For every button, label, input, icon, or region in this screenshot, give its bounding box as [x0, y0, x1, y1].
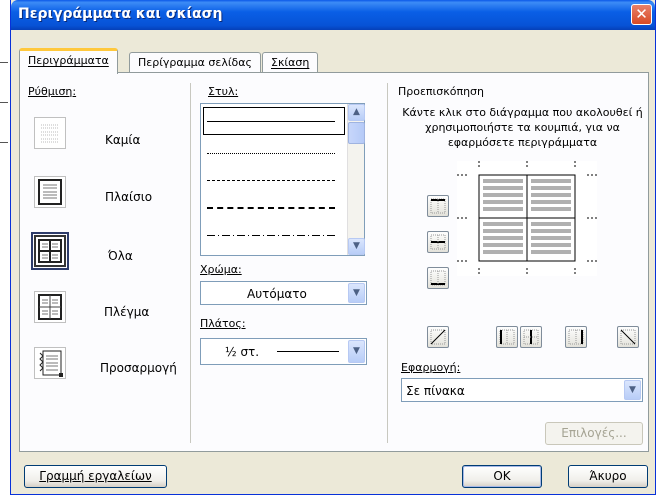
toolbar-button[interactable]: Γραμμή εργαλείων [24, 465, 167, 488]
width-heading: Πλάτος: [200, 317, 246, 330]
style-listbox[interactable]: ▲ ▼ [200, 103, 365, 256]
setting-none-label[interactable]: Καμία [105, 133, 140, 147]
width-value: ½ στ. [225, 345, 260, 359]
scroll-down-icon[interactable]: ▼ [348, 238, 365, 255]
background-ticks [0, 40, 10, 160]
ok-button[interactable]: OK [462, 465, 542, 488]
style-option-dashed[interactable] [207, 207, 335, 209]
inside-vertical-border-button[interactable] [520, 326, 542, 348]
style-option-dash-dot[interactable] [207, 235, 335, 236]
close-button[interactable]: ✕ [631, 4, 652, 25]
style-scrollbar[interactable]: ▲ ▼ [347, 104, 365, 255]
close-icon: ✕ [635, 5, 648, 23]
cancel-button[interactable]: Άκυρο [568, 465, 648, 488]
divider [387, 83, 388, 443]
borders-panel: Ρύθμιση: Καμία Πλαίσιο Όλα Πλέγμα Προσαρ… [19, 72, 649, 452]
apply-to-value: Σε πίνακα [406, 384, 465, 398]
setting-custom-label[interactable]: Προσαρμογή [100, 361, 177, 375]
setting-grid-icon[interactable] [34, 291, 66, 323]
apply-to-heading: Εφαρμογή: [401, 361, 461, 374]
style-option-dotted[interactable] [207, 153, 335, 154]
chevron-down-icon[interactable]: ▼ [348, 340, 365, 363]
bottom-border-button[interactable] [427, 267, 449, 289]
preview-diagram[interactable] [457, 161, 597, 276]
style-heading: Στυλ: [208, 85, 239, 98]
setting-box-icon[interactable] [34, 176, 66, 208]
setting-all-label[interactable]: Όλα [108, 249, 133, 263]
chevron-down-icon[interactable]: ▼ [348, 283, 365, 303]
tab-borders-label: Περιγράμματα [28, 54, 109, 67]
scroll-thumb[interactable] [348, 122, 365, 144]
setting-box-label[interactable]: Πλαίσιο [105, 190, 152, 204]
tab-borders[interactable]: Περιγράμματα [19, 48, 118, 74]
width-line-sample [277, 351, 339, 352]
setting-heading: Ρύθμιση: [28, 85, 77, 98]
style-option-solid[interactable] [207, 121, 335, 122]
diagonal-up-border-button[interactable] [427, 326, 449, 348]
right-border-button[interactable] [565, 326, 587, 348]
tab-page-border[interactable]: Περίγραμμα σελίδας [129, 52, 261, 73]
options-button[interactable]: Επιλογές... [545, 422, 643, 445]
scroll-up-icon[interactable]: ▲ [348, 104, 365, 121]
setting-grid-label[interactable]: Πλέγμα [104, 305, 149, 319]
borders-and-shading-dialog: Περιγράμματα και σκίαση ✕ Περιγράμματα Π… [10, 0, 656, 495]
inside-horizontal-border-button[interactable] [427, 231, 449, 253]
top-border-button[interactable] [427, 195, 449, 217]
apply-to-select[interactable]: Σε πίνακα ▼ [401, 378, 643, 402]
preview-instructions: Κάντε κλικ στο διάγραμμα που ακολουθεί ή… [402, 106, 643, 149]
toolbar-button-label: Γραμμή εργαλείων [39, 469, 152, 483]
tab-shading-label: Σκίαση [271, 56, 310, 69]
title-bar[interactable]: Περιγράμματα και σκίαση ✕ [11, 0, 655, 30]
setting-all-icon[interactable] [31, 232, 69, 270]
tab-page-border-label: Περίγραμμα σελίδας [138, 56, 252, 69]
chevron-down-icon[interactable]: ▼ [624, 380, 641, 400]
width-select[interactable]: ½ στ. ▼ [200, 338, 367, 365]
preview-heading: Προεπισκόπηση [398, 85, 484, 98]
color-value: Αυτόματο [247, 287, 307, 301]
setting-custom-icon[interactable] [34, 347, 66, 379]
diagonal-down-border-button[interactable] [617, 326, 639, 348]
style-option-dashed-short[interactable] [207, 180, 335, 181]
left-border-button[interactable] [496, 326, 518, 348]
tab-shading[interactable]: Σκίαση [262, 52, 319, 73]
color-heading: Χρώμα: [200, 263, 242, 276]
divider [190, 83, 191, 443]
dialog-title: Περιγράμματα και σκίαση [18, 6, 223, 22]
setting-none-icon[interactable] [34, 117, 66, 149]
color-select[interactable]: Αυτόματο ▼ [200, 281, 367, 305]
